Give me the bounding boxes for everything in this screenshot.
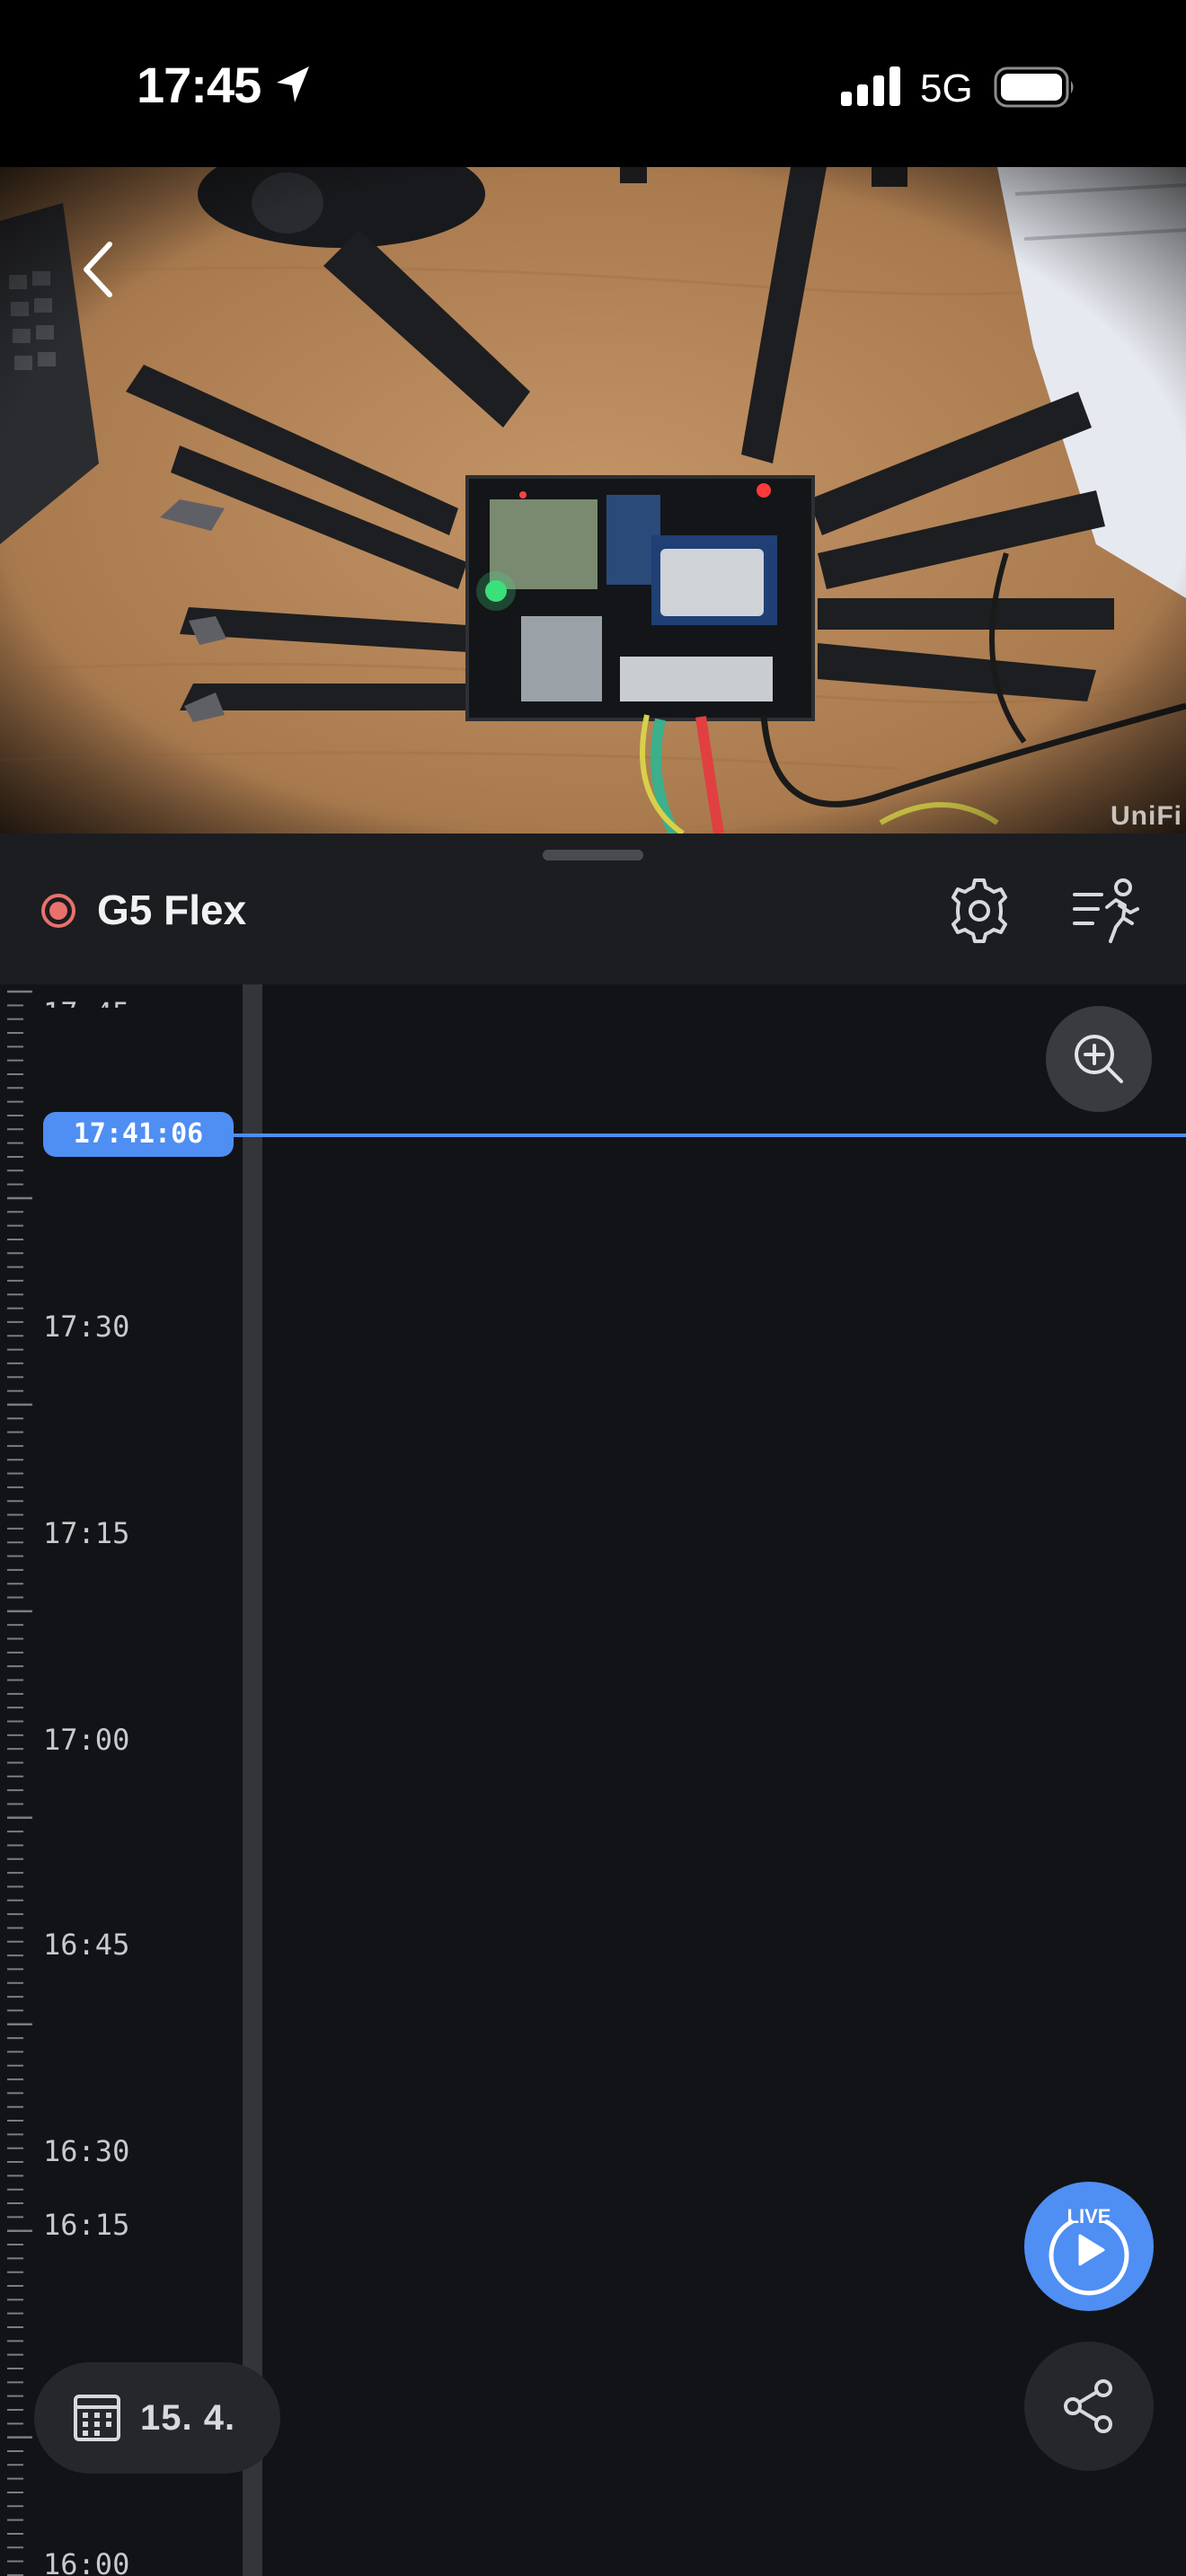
date-label: 15. 4. bbox=[140, 2398, 236, 2438]
timeline-time-label: 17:00 bbox=[43, 1723, 130, 1757]
camera-video-feed[interactable]: UniFi bbox=[0, 167, 1186, 834]
recording-status-icon bbox=[41, 894, 75, 928]
zoom-in-icon bbox=[1075, 1035, 1123, 1083]
calendar-icon bbox=[74, 2395, 120, 2441]
live-label: LIVE bbox=[1067, 2205, 1111, 2228]
timeline-time-label-partial: 17:45 bbox=[43, 996, 130, 1030]
share-button[interactable] bbox=[1024, 2342, 1154, 2471]
timeline-time-label: 16:15 bbox=[43, 2208, 130, 2242]
video-frame-image bbox=[0, 167, 1186, 834]
timeline-time-label: 16:45 bbox=[43, 1928, 130, 1962]
back-chevron-icon[interactable] bbox=[72, 234, 126, 305]
sheet-grabber-handle[interactable] bbox=[543, 850, 643, 860]
date-picker-button[interactable]: 15. 4. bbox=[34, 2362, 280, 2474]
status-bar: 17:45 5G bbox=[0, 0, 1186, 167]
timeline-ruler bbox=[0, 984, 36, 2576]
share-icon bbox=[1064, 2379, 1112, 2433]
recording-track[interactable] bbox=[243, 984, 262, 2576]
signal-icon bbox=[841, 66, 900, 106]
network-type: 5G bbox=[920, 66, 973, 110]
timeline-time-label: 16:00 bbox=[43, 2547, 130, 2576]
playhead-time-badge[interactable]: 17:41:06 bbox=[43, 1112, 234, 1157]
timeline-time-label: 16:30 bbox=[43, 2134, 130, 2168]
zoom-in-button[interactable] bbox=[1046, 1006, 1152, 1112]
timeline-scrubber[interactable]: 16:15 17:45 17:30 17:15 17:00 16:45 16:3… bbox=[0, 984, 1186, 2576]
status-time: 17:45 bbox=[137, 57, 261, 113]
unifi-watermark: UniFi bbox=[1111, 801, 1182, 831]
play-icon bbox=[1049, 2219, 1129, 2296]
motion-filter-icon[interactable] bbox=[1071, 877, 1139, 945]
gear-icon[interactable] bbox=[945, 877, 1013, 945]
playhead-line[interactable] bbox=[135, 1134, 1186, 1137]
timeline-time-label: 17:30 bbox=[43, 1310, 130, 1344]
timeline-time-label: 17:15 bbox=[43, 1516, 130, 1550]
live-button[interactable]: LIVE bbox=[1024, 2182, 1154, 2311]
camera-name: G5 Flex bbox=[97, 887, 247, 933]
battery-icon bbox=[994, 66, 1074, 108]
location-arrow-icon bbox=[277, 66, 309, 102]
camera-header: G5 Flex bbox=[0, 834, 1186, 984]
